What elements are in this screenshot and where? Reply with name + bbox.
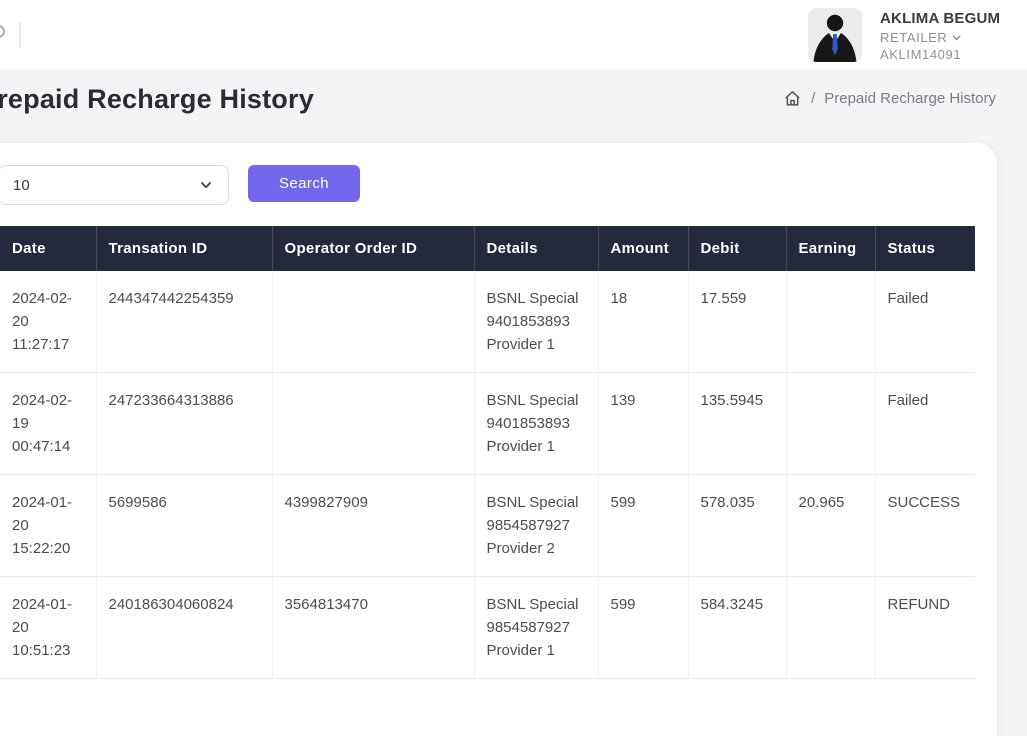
column-header-operator-order-id: Operator Order ID [272, 226, 474, 271]
breadcrumb-separator: / [811, 90, 815, 107]
cell-amount: 139 [598, 373, 688, 475]
cell-debit: 584.3245 [688, 577, 786, 679]
table-row: 2024-01-20 15:22:20 5699586 4399827909 B… [0, 475, 975, 577]
cell-amount: 18 [598, 271, 688, 373]
table-row: 2024-01-20 10:51:23 240186304060824 3564… [0, 577, 975, 679]
cell-date: 2024-02-19 00:47:14 [0, 373, 96, 475]
cell-operator-order-id: 4399827909 [272, 475, 474, 577]
cell-details: BSNL Special 9854587927 Provider 2 [474, 475, 598, 577]
cell-details: BSNL Special 9854587927 Provider 1 [474, 577, 598, 679]
column-header-amount: Amount [598, 226, 688, 271]
cell-operator-order-id: 3564813470 [272, 577, 474, 679]
cell-transaction-id: 240186304060824 [96, 577, 272, 679]
avatar[interactable] [808, 8, 862, 62]
cell-earning [786, 271, 875, 373]
table-header-row: Date Transation ID Operator Order ID Det… [0, 226, 975, 271]
cell-date: 2024-01-20 10:51:23 [0, 577, 96, 679]
recharge-history-table: Date Transation ID Operator Order ID Det… [0, 226, 975, 679]
cell-date: 2024-01-20 15:22:20 [0, 475, 96, 577]
cell-amount: 599 [598, 577, 688, 679]
page-size-value: 10 [13, 177, 30, 194]
cell-status: REFUND [875, 577, 975, 679]
breadcrumb: / Prepaid Recharge History [783, 89, 996, 108]
user-menu[interactable]: AKLIMA BEGUM RETAILER AKLIM14091 [808, 8, 1000, 62]
cell-status: Failed [875, 271, 975, 373]
column-header-earning: Earning [786, 226, 875, 271]
cell-debit: 578.035 [688, 475, 786, 577]
column-header-transaction-id: Transation ID [96, 226, 272, 271]
cell-status: Failed [875, 373, 975, 475]
cell-details: BSNL Special 9401853893 Provider 1 [474, 373, 598, 475]
cell-earning [786, 577, 875, 679]
user-role-label: RETAILER [880, 30, 947, 45]
cell-amount: 599 [598, 475, 688, 577]
cell-earning: 20.965 [786, 475, 875, 577]
chevron-down-icon [198, 177, 214, 193]
page-title: Prepaid Recharge History [0, 84, 314, 115]
avatar-silhouette-icon [808, 8, 862, 62]
column-header-details: Details [474, 226, 598, 271]
user-name: AKLIMA BEGUM [880, 10, 1000, 27]
home-icon[interactable] [783, 89, 802, 108]
cell-operator-order-id [272, 271, 474, 373]
page-size-select[interactable]: 10 [0, 165, 229, 205]
table-row: 2024-02-20 11:27:17 244347442254359 BSNL… [0, 271, 975, 373]
table-row: 2024-02-19 00:47:14 247233664313886 BSNL… [0, 373, 975, 475]
cell-earning [786, 373, 875, 475]
cell-debit: 135.5945 [688, 373, 786, 475]
cell-status: SUCCESS [875, 475, 975, 577]
topbar: AKLIMA BEGUM RETAILER AKLIM14091 [0, 0, 1027, 71]
cropped-icon-fragment [0, 25, 5, 38]
column-header-date: Date [0, 226, 96, 271]
cell-debit: 17.559 [688, 271, 786, 373]
cell-transaction-id: 247233664313886 [96, 373, 272, 475]
cell-operator-order-id [272, 373, 474, 475]
cell-details: BSNL Special 9401853893 Provider 1 [474, 271, 598, 373]
cell-date: 2024-02-20 11:27:17 [0, 271, 96, 373]
user-role-dropdown[interactable]: RETAILER [880, 30, 1000, 45]
cell-transaction-id: 244347442254359 [96, 271, 272, 373]
user-id: AKLIM14091 [880, 47, 1000, 62]
column-header-status: Status [875, 226, 975, 271]
breadcrumb-current: Prepaid Recharge History [824, 90, 996, 107]
search-button[interactable]: Search [248, 165, 360, 202]
column-header-debit: Debit [688, 226, 786, 271]
cell-transaction-id: 5699586 [96, 475, 272, 577]
topbar-divider [19, 22, 21, 48]
chevron-down-icon [951, 32, 962, 43]
